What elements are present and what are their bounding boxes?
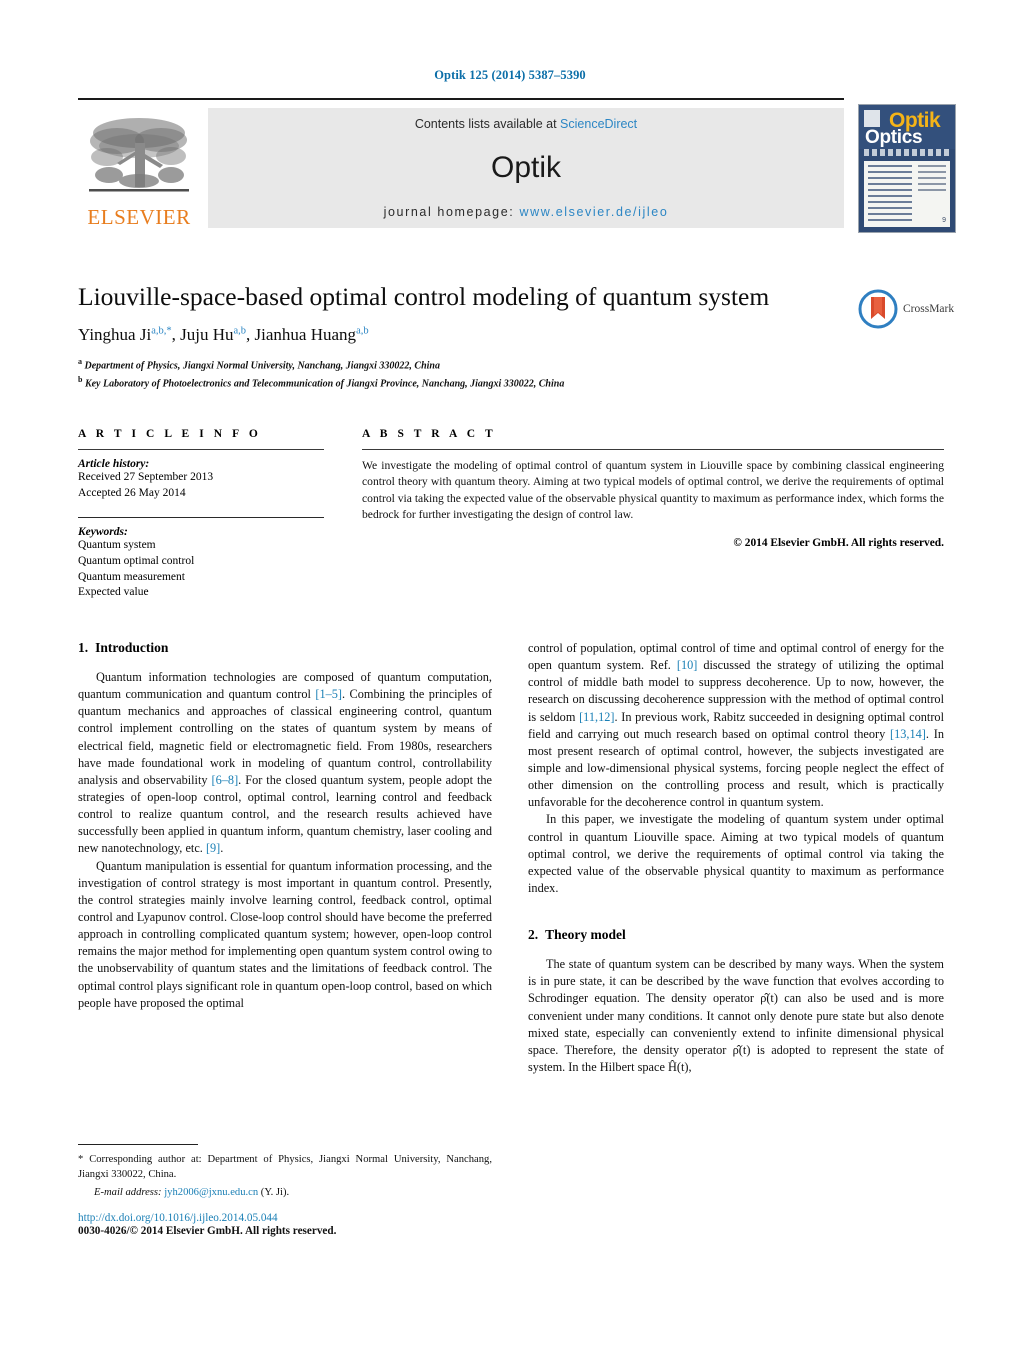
email-link[interactable]: jyh2006@jxnu.edu.cn: [164, 1187, 258, 1198]
section-heading-introduction: 1. Introduction: [78, 640, 492, 656]
section-heading-theory-model: 2. Theory model: [528, 927, 944, 943]
email-label: E-mail address:: [94, 1187, 165, 1199]
elsevier-logo: ELSEVIER: [78, 108, 200, 228]
section-title: Introduction: [95, 640, 169, 655]
section-number: 1.: [78, 640, 89, 655]
affiliation-marker: a: [78, 357, 82, 367]
article-info-heading: A R T I C L E I N F O: [78, 428, 262, 440]
citation-link[interactable]: [1–5]: [315, 687, 342, 701]
affiliation-text: Key Laboratory of Photoelectronics and T…: [84, 378, 565, 390]
abstract-text: We investigate the modeling of optimal c…: [362, 459, 944, 522]
author-name: Jianhua Huang: [254, 325, 357, 345]
journal-masthead: ELSEVIER Contents lists available at Sci…: [78, 98, 956, 233]
article-history-label: Article history:: [78, 458, 150, 470]
cover-contents-area: 9: [864, 161, 950, 227]
doi-link[interactable]: http://dx.doi.org/10.1016/j.ijleo.2014.0…: [78, 1212, 508, 1224]
affiliation-item: b Key Laboratory of Photoelectronics and…: [78, 374, 944, 392]
paper-page: Optik 125 (2014) 5387–5390 ELSEVIER Cont…: [0, 0, 1020, 1351]
crossmark-label: CrossMark: [903, 303, 955, 315]
paragraph: Quantum manipulation is essential for qu…: [78, 858, 492, 1010]
cover-publisher-mark: [864, 110, 880, 127]
author-affiliation-marker: a,b,*: [151, 325, 172, 337]
homepage-prefix: journal homepage:: [383, 205, 520, 219]
keywords-rule: [78, 517, 324, 519]
article-history-accepted: Accepted 26 May 2014: [78, 486, 186, 499]
author-affiliation-marker: a,b: [356, 325, 369, 337]
paragraph: control of population, optimal control o…: [528, 640, 944, 811]
cover-text-column-left: [868, 165, 912, 223]
affiliation-text: Department of Physics, Jiangxi Normal Un…: [84, 360, 441, 372]
paragraph-text: .: [220, 841, 224, 856]
author-name: Juju Hu: [180, 325, 234, 345]
affiliation-list: a Department of Physics, Jiangxi Normal …: [78, 356, 944, 392]
cover-page-number: 9: [942, 217, 946, 224]
abstract-copyright: © 2014 Elsevier GmbH. All rights reserve…: [733, 537, 944, 550]
abstract-heading: A B S T R A C T: [362, 428, 497, 440]
citation-link[interactable]: [10]: [677, 658, 698, 672]
affiliation-marker: b: [78, 375, 83, 385]
elsevier-tree-icon: [89, 118, 189, 192]
email-suffix: (Y. Ji).: [258, 1187, 290, 1199]
citation-link[interactable]: [9]: [206, 841, 220, 855]
contents-band: Contents lists available at ScienceDirec…: [208, 108, 844, 228]
author-name: Yinghua Ji: [78, 325, 152, 345]
journal-title: Optik: [490, 151, 562, 184]
journal-homepage-link[interactable]: www.elsevier.de/ijleo: [519, 205, 668, 219]
cover-text-column-right: [918, 165, 946, 191]
footnote-rule: [78, 1144, 198, 1145]
abstract-section: A B S T R A C T We investigate the model…: [362, 428, 944, 549]
doi-block: http://dx.doi.org/10.1016/j.ijleo.2014.0…: [78, 1212, 508, 1237]
cover-title-secondary: Optics: [865, 127, 923, 148]
citation-link[interactable]: [6–8]: [212, 773, 239, 787]
journal-cover-thumbnail: Optik Optics 9: [858, 104, 956, 233]
corresponding-author-note: * Corresponding author at: Department of…: [78, 1154, 492, 1181]
paragraph: Quantum information technologies are com…: [78, 669, 492, 858]
contents-prefix: Contents lists available at: [414, 117, 561, 131]
keyword-item: Quantum optimal control: [78, 554, 195, 567]
keywords-label: Keywords:: [78, 526, 128, 539]
keyword-item: Expected value: [78, 586, 149, 599]
affiliation-item: a Department of Physics, Jiangxi Normal …: [78, 356, 944, 374]
article-history-received: Received 27 September 2013: [78, 471, 214, 483]
footnote-block: * Corresponding author at: Department of…: [78, 1144, 492, 1200]
keyword-item: Quantum measurement: [78, 570, 185, 583]
author-affiliation-marker: a,b: [233, 325, 247, 337]
author-list: Yinghua Jia,b,*, Juju Hua,b, Jianhua Hua…: [78, 325, 369, 345]
crossmark-badge[interactable]: CrossMark: [858, 287, 958, 331]
keyword-item: Quantum system: [78, 539, 156, 552]
issn-copyright-line: 0030-4026/© 2014 Elsevier GmbH. All righ…: [78, 1225, 337, 1237]
sciencedirect-link[interactable]: ScienceDirect: [560, 117, 637, 131]
section-title: Theory model: [545, 927, 626, 943]
journal-reference: Optik 125 (2014) 5387–5390: [434, 68, 586, 82]
contents-available-line: Contents lists available at ScienceDirec…: [415, 117, 637, 131]
article-title-block: Liouville-space-based optimal control mo…: [78, 282, 944, 392]
paragraph: The state of quantum system can be descr…: [528, 957, 944, 1074]
article-info-section: A R T I C L E I N F O Article history: R…: [78, 428, 324, 601]
crossmark-icon: [858, 289, 898, 329]
body-column-left: 1. Introduction Quantum information techn…: [78, 640, 492, 1012]
citation-link[interactable]: [11,12]: [579, 710, 614, 724]
section-number: 2.: [528, 927, 539, 943]
paragraph: In this paper, we investigate the modeli…: [528, 812, 944, 895]
masthead-top-rule: [78, 98, 844, 100]
email-note: E-mail address: jyh2006@jxnu.edu.cn (Y. …: [78, 1185, 492, 1200]
page-title: Liouville-space-based optimal control mo…: [78, 282, 770, 311]
elsevier-wordmark: ELSEVIER: [87, 205, 191, 229]
cover-subtitle-bar: [864, 149, 950, 156]
journal-homepage-line: journal homepage: www.elsevier.de/ijleo: [384, 205, 669, 219]
citation-link[interactable]: [13,14]: [890, 727, 926, 741]
article-info-rule: [78, 449, 324, 450]
abstract-rule: [362, 449, 944, 450]
body-column-right: control of population, optimal control o…: [528, 640, 944, 1076]
